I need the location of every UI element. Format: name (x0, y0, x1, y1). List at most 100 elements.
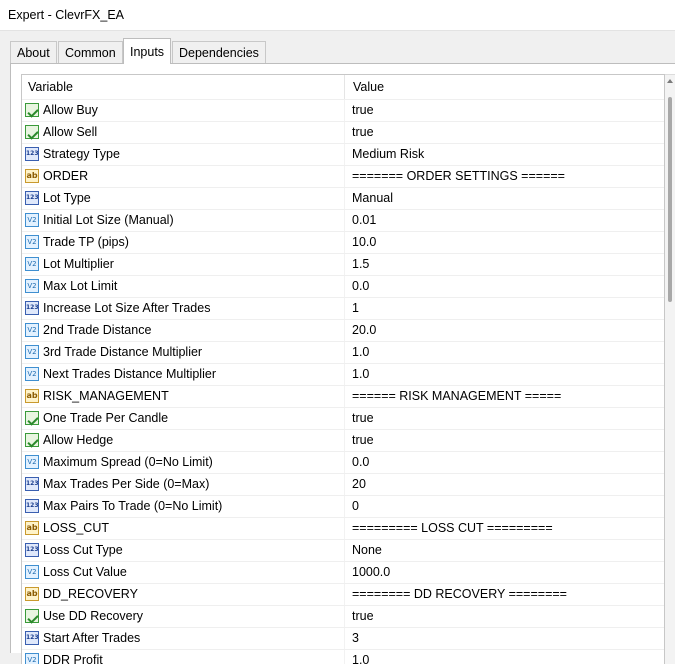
vertical-scrollbar[interactable] (665, 74, 675, 664)
table-row[interactable]: Use DD Recovery true (22, 605, 664, 627)
variable-value[interactable]: 1.0 (352, 650, 369, 664)
variable-name: Max Trades Per Side (0=Max) (43, 477, 210, 491)
checkbox-icon (25, 103, 39, 117)
variable-name: ORDER (43, 169, 89, 183)
tab-inputs[interactable]: Inputs (123, 38, 172, 64)
variable-value[interactable]: true (352, 122, 374, 143)
table-row[interactable]: 123 Start After Trades 3 (22, 627, 664, 649)
variable-value[interactable]: true (352, 408, 374, 429)
variable-value[interactable]: true (352, 430, 374, 451)
variable-value[interactable]: 20.0 (352, 320, 376, 341)
variable-value[interactable]: None (352, 540, 382, 561)
double-icon: V2 (25, 323, 39, 337)
table-row[interactable]: V2 Max Lot Limit 0.0 (22, 275, 664, 297)
variable-name: Increase Lot Size After Trades (43, 301, 211, 315)
table-row[interactable]: 123 Max Trades Per Side (0=Max) 20 (22, 473, 664, 495)
column-divider (344, 320, 345, 341)
variable-name: Initial Lot Size (Manual) (43, 213, 174, 227)
table-row[interactable]: V2 Loss Cut Value 1000.0 (22, 561, 664, 583)
variable-value[interactable]: true (352, 100, 374, 121)
tab-dependencies[interactable]: Dependencies (172, 41, 266, 63)
variable-value[interactable]: Medium Risk (352, 144, 424, 165)
variable-value[interactable]: 3 (352, 628, 359, 649)
table-row[interactable]: 123 Increase Lot Size After Trades 1 (22, 297, 664, 319)
column-header-variable[interactable]: Variable (28, 75, 73, 99)
variable-name: DD_RECOVERY (43, 587, 138, 601)
table-row[interactable]: 123 Max Pairs To Trade (0=No Limit) 0 (22, 495, 664, 517)
checkbox-icon (25, 411, 39, 425)
scroll-up-arrow-icon[interactable] (667, 79, 673, 83)
table-row[interactable]: V2 Lot Multiplier 1.5 (22, 253, 664, 275)
variable-value[interactable]: Manual (352, 188, 393, 209)
column-divider (344, 276, 345, 297)
table-row[interactable]: V2 Next Trades Distance Multiplier 1.0 (22, 363, 664, 385)
checkbox-icon (25, 433, 39, 447)
table-row[interactable]: V2 3rd Trade Distance Multiplier 1.0 (22, 341, 664, 363)
table-row[interactable]: Allow Buy true (22, 99, 664, 121)
column-divider (344, 628, 345, 649)
variable-value[interactable]: true (352, 606, 374, 627)
variable-name: Maximum Spread (0=No Limit) (43, 455, 213, 469)
variable-value[interactable]: 1.0 (352, 364, 369, 385)
variable-value[interactable]: 0 (352, 496, 359, 517)
tab-about[interactable]: About (10, 41, 57, 63)
variable-value[interactable]: ======== DD RECOVERY ======== (352, 584, 567, 605)
integer-icon: 123 (25, 301, 39, 315)
variable-value[interactable]: 1000.0 (352, 562, 390, 583)
variable-name: 2nd Trade Distance (43, 323, 152, 337)
tab-strip: About Common Inputs Dependencies (10, 38, 675, 64)
column-header-value[interactable]: Value (344, 75, 384, 99)
table-row[interactable]: V2 2nd Trade Distance 20.0 (22, 319, 664, 341)
table-row[interactable]: ab ORDER ======= ORDER SETTINGS ====== (22, 165, 664, 187)
variable-value[interactable]: 20 (352, 474, 366, 495)
table-row[interactable]: ab DD_RECOVERY ======== DD RECOVERY ======… (22, 583, 664, 605)
inputs-grid: Variable Value Allow Buy true Allow Sell tr… (21, 74, 665, 664)
double-icon: V2 (25, 213, 39, 227)
variable-name: Lot Type (43, 191, 91, 205)
column-divider (344, 144, 345, 165)
column-divider (344, 518, 345, 539)
variable-value[interactable]: 1.0 (352, 342, 369, 363)
scrollbar-thumb[interactable] (668, 97, 672, 302)
table-row[interactable]: ab LOSS_CUT ========= LOSS CUT ========= (22, 517, 664, 539)
variable-value[interactable]: 0.0 (352, 276, 369, 297)
table-row[interactable]: Allow Sell true (22, 121, 664, 143)
variable-name: Max Pairs To Trade (0=No Limit) (43, 499, 223, 513)
table-row[interactable]: V2 Initial Lot Size (Manual) 0.01 (22, 209, 664, 231)
integer-icon: 123 (25, 543, 39, 557)
grid-rows: Allow Buy true Allow Sell true 123 Strategy T… (22, 99, 664, 664)
double-icon: V2 (25, 455, 39, 469)
table-row[interactable]: Allow Hedge true (22, 429, 664, 451)
table-row[interactable]: V2 Maximum Spread (0=No Limit) 0.0 (22, 451, 664, 473)
variable-name: Allow Buy (43, 103, 98, 117)
column-divider (344, 562, 345, 583)
integer-icon: 123 (25, 631, 39, 645)
string-icon: ab (25, 521, 39, 535)
variable-value[interactable]: 10.0 (352, 232, 376, 253)
variable-name: Start After Trades (43, 631, 141, 645)
table-row[interactable]: V2 DDR Profit 1.0 (22, 649, 664, 664)
variable-value[interactable]: ====== RISK MANAGEMENT ===== (352, 386, 561, 407)
column-divider (344, 166, 345, 187)
variable-name: Allow Sell (43, 125, 98, 139)
checkbox-icon (25, 609, 39, 623)
table-row[interactable]: 123 Lot Type Manual (22, 187, 664, 209)
variable-value[interactable]: 0.0 (352, 452, 369, 473)
tab-common[interactable]: Common (58, 41, 123, 63)
variable-value[interactable]: 0.01 (352, 210, 376, 231)
variable-value[interactable]: ======= ORDER SETTINGS ====== (352, 166, 565, 187)
table-row[interactable]: ab RISK_MANAGEMENT ====== RISK MANAGEMENT … (22, 385, 664, 407)
table-row[interactable]: 123 Loss Cut Type None (22, 539, 664, 561)
variable-name: Strategy Type (43, 147, 120, 161)
variable-value[interactable]: 1 (352, 298, 359, 319)
double-icon: V2 (25, 565, 39, 579)
variable-name: DDR Profit (43, 653, 103, 664)
variable-value[interactable]: 1.5 (352, 254, 369, 275)
variable-name: Use DD Recovery (43, 609, 144, 623)
variable-value[interactable]: ========= LOSS CUT ========= (352, 518, 553, 539)
column-divider (344, 496, 345, 517)
column-divider (344, 408, 345, 429)
table-row[interactable]: V2 Trade TP (pips) 10.0 (22, 231, 664, 253)
table-row[interactable]: One Trade Per Candle true (22, 407, 664, 429)
table-row[interactable]: 123 Strategy Type Medium Risk (22, 143, 664, 165)
